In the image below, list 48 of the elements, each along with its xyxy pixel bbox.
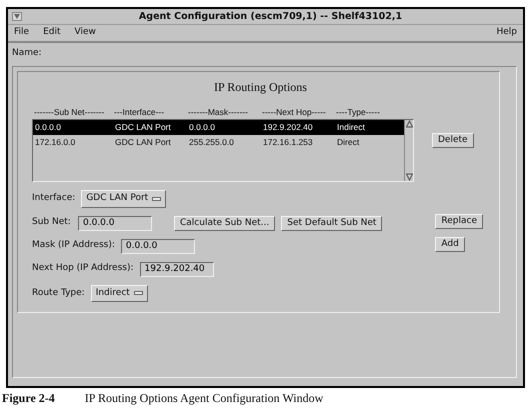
interface-label: Interface:	[32, 192, 76, 205]
list-cell-text: Indirect	[337, 121, 366, 134]
list-cell-text: 172.16.1.253	[263, 136, 314, 149]
scrollbar[interactable]	[404, 120, 413, 181]
up-arrow-icon[interactable]	[406, 120, 412, 128]
list-cell-text: GDC LAN Port	[115, 136, 172, 149]
column-header: ---Interface---	[114, 106, 166, 119]
window-menu-button[interactable]	[12, 12, 22, 22]
mask-label: Mask (IP Address):	[32, 239, 115, 252]
column-header: -------Mask-------	[188, 106, 249, 119]
menu-item[interactable]: Help	[496, 26, 517, 40]
panel-title: IP Routing Options	[213, 79, 308, 96]
list-cell-text: GDC LAN Port	[115, 121, 172, 134]
window-title: Agent Configuration (escm709,1) -- Shelf43102,1	[138, 10, 404, 24]
sub-net-label: Sub Net:	[32, 216, 72, 230]
replace-button[interactable]: Replace	[435, 214, 483, 228]
list-cell-text: Direct	[337, 136, 360, 149]
name-label: Name:	[12, 46, 43, 60]
route-type-dropdown[interactable]: Indirect	[90, 284, 148, 302]
list-cell-text: 172.16.0.0	[35, 136, 76, 149]
figure-caption: IP Routing Options Agent Configuration Window	[84, 392, 324, 405]
list-cell-text: 0.0.0.0	[189, 121, 216, 134]
down-arrow-icon[interactable]	[406, 173, 412, 181]
column-header: ----Type-----	[336, 106, 381, 119]
figure-number: Figure 2-4	[2, 392, 55, 405]
mask-field[interactable]: 0.0.0.0	[120, 238, 195, 254]
set-default-sub-net-button[interactable]: Set Default Sub Net	[281, 216, 382, 230]
option-menu-icon	[152, 196, 162, 201]
next-hop-field[interactable]: 192.9.202.40	[140, 262, 214, 276]
calculate-sub-net-button[interactable]: Calculate Sub Net...	[174, 216, 276, 230]
list-row[interactable]: 0.0.0.0 GDC LAN Port 0.0.0.0 192.9.202.40 Indirect	[33, 120, 404, 135]
route-type-label: Route Type:	[32, 286, 85, 300]
next-hop-label: Next Hop (IP Address):	[32, 262, 134, 276]
add-button[interactable]: Add	[435, 236, 465, 252]
list-cell-text: 192.9.202.40	[263, 121, 314, 134]
sub-net-field[interactable]: 0.0.0.0	[78, 216, 152, 230]
menu-item[interactable]: File	[14, 26, 30, 40]
option-menu-icon	[134, 291, 143, 296]
menu-item[interactable]: View	[74, 26, 96, 40]
list-cell-text: 255.255.0.0	[189, 136, 235, 149]
column-header: -------Sub Net-------	[34, 106, 106, 119]
interface-dropdown[interactable]: GDC LAN Port	[81, 190, 166, 208]
triangle-icon	[14, 14, 20, 20]
column-header: -----Next Hop-----	[262, 106, 327, 119]
list-cell-text: 0.0.0.0	[35, 121, 62, 134]
list-row[interactable]: 172.16.0.0 GDC LAN Port 255.255.0.0 172.16.1.253 Direct	[33, 135, 404, 150]
delete-button[interactable]: Delete	[432, 133, 474, 148]
menu-item[interactable]: Edit	[43, 26, 60, 40]
